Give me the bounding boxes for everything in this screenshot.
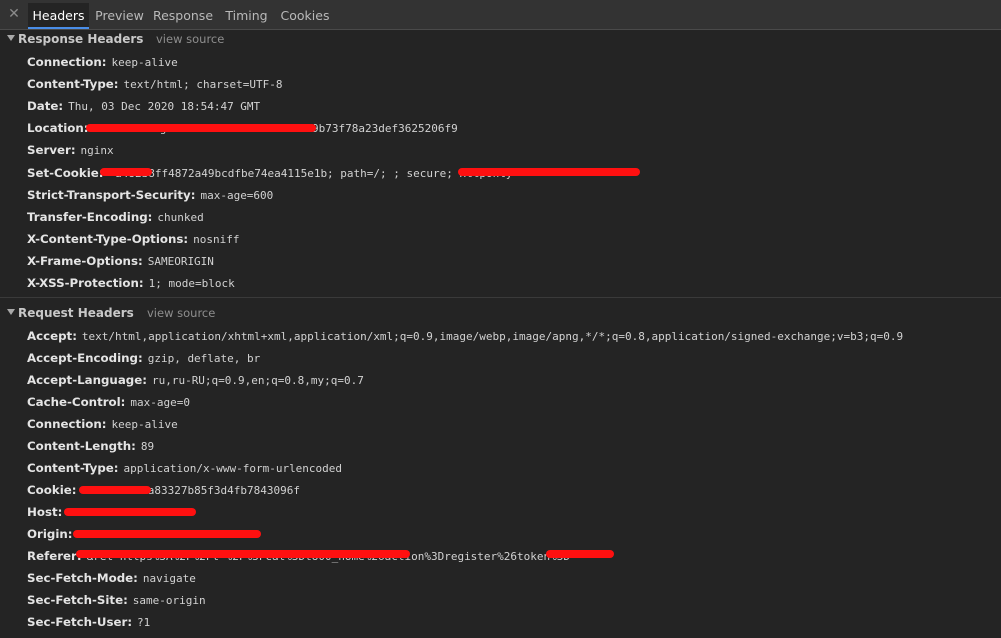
header-name: Accept-Language: [27, 373, 147, 387]
collapse-triangle-icon[interactable] [7, 309, 15, 315]
tab-cookies[interactable]: Cookies [276, 3, 334, 29]
header-name: Accept-Encoding: [27, 351, 143, 365]
header-name: Date: [27, 99, 64, 114]
header-value: =a482b8ff4872a49bcdfbe74ea4115e1b; path=… [108, 166, 513, 180]
header-name: Location: [27, 121, 89, 136]
header-row: Sec-Fetch-Site: same-origin [27, 590, 206, 610]
header-row: Origin: [27, 524, 78, 544]
header-row: X-Content-Type-Options: nosniff [27, 229, 239, 249]
close-icon[interactable]: ✕ [6, 6, 22, 22]
header-row: Date: Thu, 03 Dec 2020 18:54:47 GMT [27, 96, 260, 116]
header-name: Content-Type: [27, 77, 119, 92]
collapse-triangle-icon[interactable] [7, 35, 15, 41]
header-name: Connection: [27, 55, 107, 69]
header-row: Transfer-Encoding: chunked [27, 207, 204, 227]
header-name: X-Content-Type-Options: [27, 231, 189, 246]
tab-response[interactable]: Response [150, 3, 216, 29]
header-name: Cookie: [27, 483, 77, 497]
header-row: Accept-Language: ru,ru-RU;q=0.9,en;q=0.8,… [27, 370, 364, 390]
header-value: gzip, deflate, br [147, 352, 261, 365]
header-row: Accept: text/html,application/xhtml+xml,a… [27, 326, 903, 346]
header-name: Transfer-Encoding: [27, 209, 153, 224]
redaction-mark [64, 508, 196, 516]
header-name: X-XSS-Protection: [27, 276, 144, 290]
header-name: Set-Cookie: [27, 165, 104, 180]
section-title: Response Headers [18, 32, 144, 46]
redaction-mark [79, 486, 151, 494]
header-value: SAMEORIGIN [147, 254, 214, 268]
header-name: Sec-Fetch-Site: [27, 593, 128, 607]
header-name: Connection: [27, 417, 107, 431]
section-title: Request Headers [18, 306, 134, 320]
tab-preview[interactable]: Preview [91, 3, 148, 29]
header-name: Content-Type: [27, 461, 119, 475]
header-value: Thu, 03 Dec 2020 18:54:47 GMT [68, 100, 261, 114]
header-row: Cookie: =9eab9b03ea83327b85f3d4fb7843096f [27, 480, 300, 500]
header-row: Host: [27, 502, 67, 522]
header-name: Sec-Fetch-User: [27, 615, 133, 629]
header-value: keep-alive [111, 56, 178, 69]
header-row: Strict-Transport-Security: max-age=600 [27, 185, 273, 205]
header-row: X-Frame-Options: SAMEORIGIN [27, 251, 214, 271]
header-value: navigate [142, 572, 196, 585]
header-row: Cache-Control: max-age=0 [27, 392, 190, 412]
header-name: Host: [27, 505, 63, 519]
tab-timing[interactable]: Timing [219, 3, 274, 29]
header-value: same-origin [132, 594, 206, 607]
header-name: Accept: [27, 329, 77, 343]
redaction-mark [73, 530, 261, 538]
redaction-mark [458, 168, 640, 176]
header-value: 1; mode=block [148, 277, 235, 290]
header-name: Referer: [27, 549, 82, 563]
request-headers-section-header[interactable]: Request Headers view source [0, 304, 1001, 324]
header-value: nosniff [193, 232, 240, 246]
header-value: max-age=0 [130, 396, 190, 409]
header-value: ?1 [137, 616, 151, 629]
header-row: Content-Type: text/html; charset=UTF-8 [27, 74, 282, 94]
tab-headers[interactable]: Headers [28, 3, 89, 29]
section-divider [0, 297, 1001, 298]
redaction-mark [76, 550, 410, 558]
header-name: Content-Length: [27, 439, 136, 453]
header-name: X-Frame-Options: [27, 253, 143, 268]
header-row: Server: nginx [27, 140, 114, 160]
header-value: 89 [140, 440, 155, 453]
header-row: Sec-Fetch-Mode: navigate [27, 568, 196, 588]
header-value: chunked [157, 210, 204, 224]
header-row: Connection: keep-alive [27, 52, 178, 72]
header-value: text/html,application/xhtml+xml,applicat… [81, 330, 904, 343]
view-source-link[interactable]: view source [156, 30, 224, 48]
header-value: keep-alive [111, 418, 178, 431]
response-headers-section-header[interactable]: Response Headers view source [0, 30, 1001, 50]
header-row: Sec-Fetch-User: ?1 [27, 612, 150, 632]
header-value: nginx [80, 144, 114, 158]
header-value: application/x-www-form-urlencoded [123, 462, 343, 475]
header-row: Content-Type: application/x-www-form-urle… [27, 458, 342, 478]
redaction-mark [86, 124, 316, 132]
header-name: Strict-Transport-Security: [27, 187, 196, 202]
header-value: text/html; charset=UTF-8 [123, 78, 283, 92]
tab-bar: ✕ Headers Preview Response Timing Cookie… [0, 0, 1001, 30]
header-value: ru,ru-RU;q=0.9,en;q=0.8,my;q=0.7 [151, 374, 364, 387]
header-name: Sec-Fetch-Mode: [27, 571, 138, 585]
redaction-mark [100, 168, 152, 176]
header-row: Content-Length: 89 [27, 436, 154, 456]
header-row: Connection: keep-alive [27, 414, 178, 434]
header-row: X-XSS-Protection: 1; mode=block [27, 273, 235, 293]
header-row: Accept-Encoding: gzip, deflate, br [27, 348, 260, 368]
view-source-link[interactable]: view source [147, 304, 215, 322]
header-name: Cache-Control: [27, 395, 126, 409]
devtools-network-headers-panel: ✕ Headers Preview Response Timing Cookie… [0, 0, 1001, 638]
redaction-mark [546, 550, 614, 558]
header-name: Server: [27, 143, 76, 158]
header-name: Origin: [27, 527, 73, 541]
header-value: max-age=600 [200, 188, 274, 202]
